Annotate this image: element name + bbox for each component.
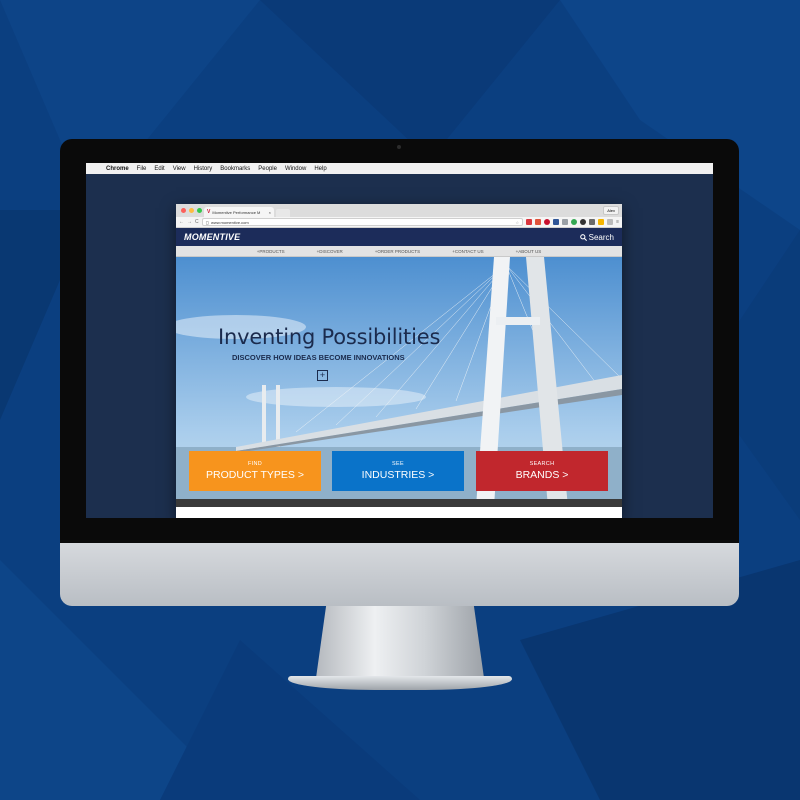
site-nav: +PRODUCTS +DISCOVER +ORDER PRODUCTS +CON…	[176, 246, 622, 257]
extension-icon[interactable]	[589, 219, 596, 225]
nav-discover[interactable]: +DISCOVER	[317, 249, 343, 254]
cta-small-label: SEARCH	[529, 461, 555, 467]
extension-icon[interactable]	[526, 219, 533, 225]
camera	[397, 145, 401, 149]
momentive-favicon-icon: V	[207, 209, 211, 215]
product-types-button[interactable]: FIND PRODUCT TYPES >	[189, 451, 321, 491]
maximize-window-button[interactable]	[197, 208, 202, 213]
new-tab-button[interactable]	[276, 209, 290, 217]
tab-close-icon[interactable]: ×	[269, 210, 271, 215]
nav-products[interactable]: +PRODUCTS	[257, 249, 285, 254]
back-icon[interactable]: ←	[179, 219, 184, 225]
cta-big-label: INDUSTRIES >	[361, 469, 435, 481]
forward-icon[interactable]: →	[187, 219, 192, 225]
monitor-bezel: Chrome File Edit View History Bookmarks …	[60, 139, 739, 543]
mac-menubar: Chrome File Edit View History Bookmarks …	[86, 163, 713, 174]
monitor-screen: Chrome File Edit View History Bookmarks …	[86, 163, 713, 518]
nav-order-products[interactable]: +ORDER PRODUCTS	[375, 249, 420, 254]
nav-about-us[interactable]: +ABOUT US	[516, 249, 542, 254]
hero-expand-button[interactable]: +	[317, 370, 328, 381]
cta-big-label: BRANDS >	[515, 469, 569, 481]
industries-button[interactable]: SEE INDUSTRIES >	[332, 451, 464, 491]
cta-small-label: FIND	[247, 461, 263, 467]
momentive-logo[interactable]: MOMENTIVE	[184, 232, 240, 242]
menubar-history[interactable]: History	[194, 166, 213, 172]
extension-icon[interactable]	[598, 219, 605, 225]
tab-title: Momentive Performance M	[212, 209, 261, 215]
search-label: Search	[588, 232, 614, 242]
brands-button[interactable]: SEARCH BRANDS >	[476, 451, 608, 491]
cta-small-label: SEE	[392, 461, 404, 467]
menubar-window[interactable]: Window	[285, 166, 306, 172]
hero-banner: Inventing Possibilities DISCOVER HOW IDE…	[176, 257, 622, 507]
url-input[interactable]: ◻ www.momentive.com ☆	[201, 218, 524, 226]
reload-icon[interactable]: C	[195, 219, 199, 225]
star-icon[interactable]: ☆	[515, 220, 519, 225]
extension-icon[interactable]	[571, 219, 578, 225]
browser-tab[interactable]: V Momentive Performance M ×	[204, 207, 274, 217]
url-text: www.momentive.com	[210, 219, 249, 225]
extension-icon[interactable]	[562, 219, 569, 225]
menubar-edit[interactable]: Edit	[154, 166, 164, 172]
menubar-bookmarks[interactable]: Bookmarks	[220, 166, 250, 172]
browser-window: V Momentive Performance M × Alex ← → C ◻…	[176, 204, 622, 518]
extension-icon[interactable]	[580, 219, 587, 225]
menubar-help[interactable]: Help	[314, 166, 326, 172]
monitor-chin	[60, 543, 739, 606]
hero-subtitle: DISCOVER HOW IDEAS BECOME INNOVATIONS	[232, 353, 405, 362]
extension-icon[interactable]	[544, 219, 551, 225]
close-window-button[interactable]	[181, 208, 186, 213]
menubar-file[interactable]: File	[137, 166, 147, 172]
nav-contact-us[interactable]: +CONTACT US	[452, 249, 483, 254]
menubar-view[interactable]: View	[173, 166, 186, 172]
search-icon	[579, 233, 587, 241]
minimize-window-button[interactable]	[189, 208, 194, 213]
site-search-button[interactable]: Search	[579, 232, 614, 242]
extension-icon[interactable]	[607, 219, 614, 225]
hero-footer-strip	[176, 499, 622, 507]
address-toolbar: ← → C ◻ www.momentive.com ☆ ≡	[176, 217, 622, 228]
profile-button[interactable]: Alex	[603, 206, 619, 215]
menubar-app-name[interactable]: Chrome	[106, 166, 129, 172]
page-info-icon[interactable]: ◻	[206, 220, 209, 225]
window-controls	[181, 208, 202, 213]
extension-icon[interactable]	[553, 219, 560, 225]
menubar-people[interactable]: People	[258, 166, 277, 172]
hero-title: Inventing Possibilities	[218, 325, 441, 349]
cta-big-label: PRODUCT TYPES >	[206, 469, 304, 481]
extension-icon[interactable]	[535, 219, 542, 225]
site-header: MOMENTIVE Search	[176, 228, 622, 246]
tab-bar: V Momentive Performance M × Alex	[176, 204, 622, 217]
menu-icon[interactable]: ≡	[616, 219, 619, 225]
monitor-stand	[316, 606, 484, 678]
